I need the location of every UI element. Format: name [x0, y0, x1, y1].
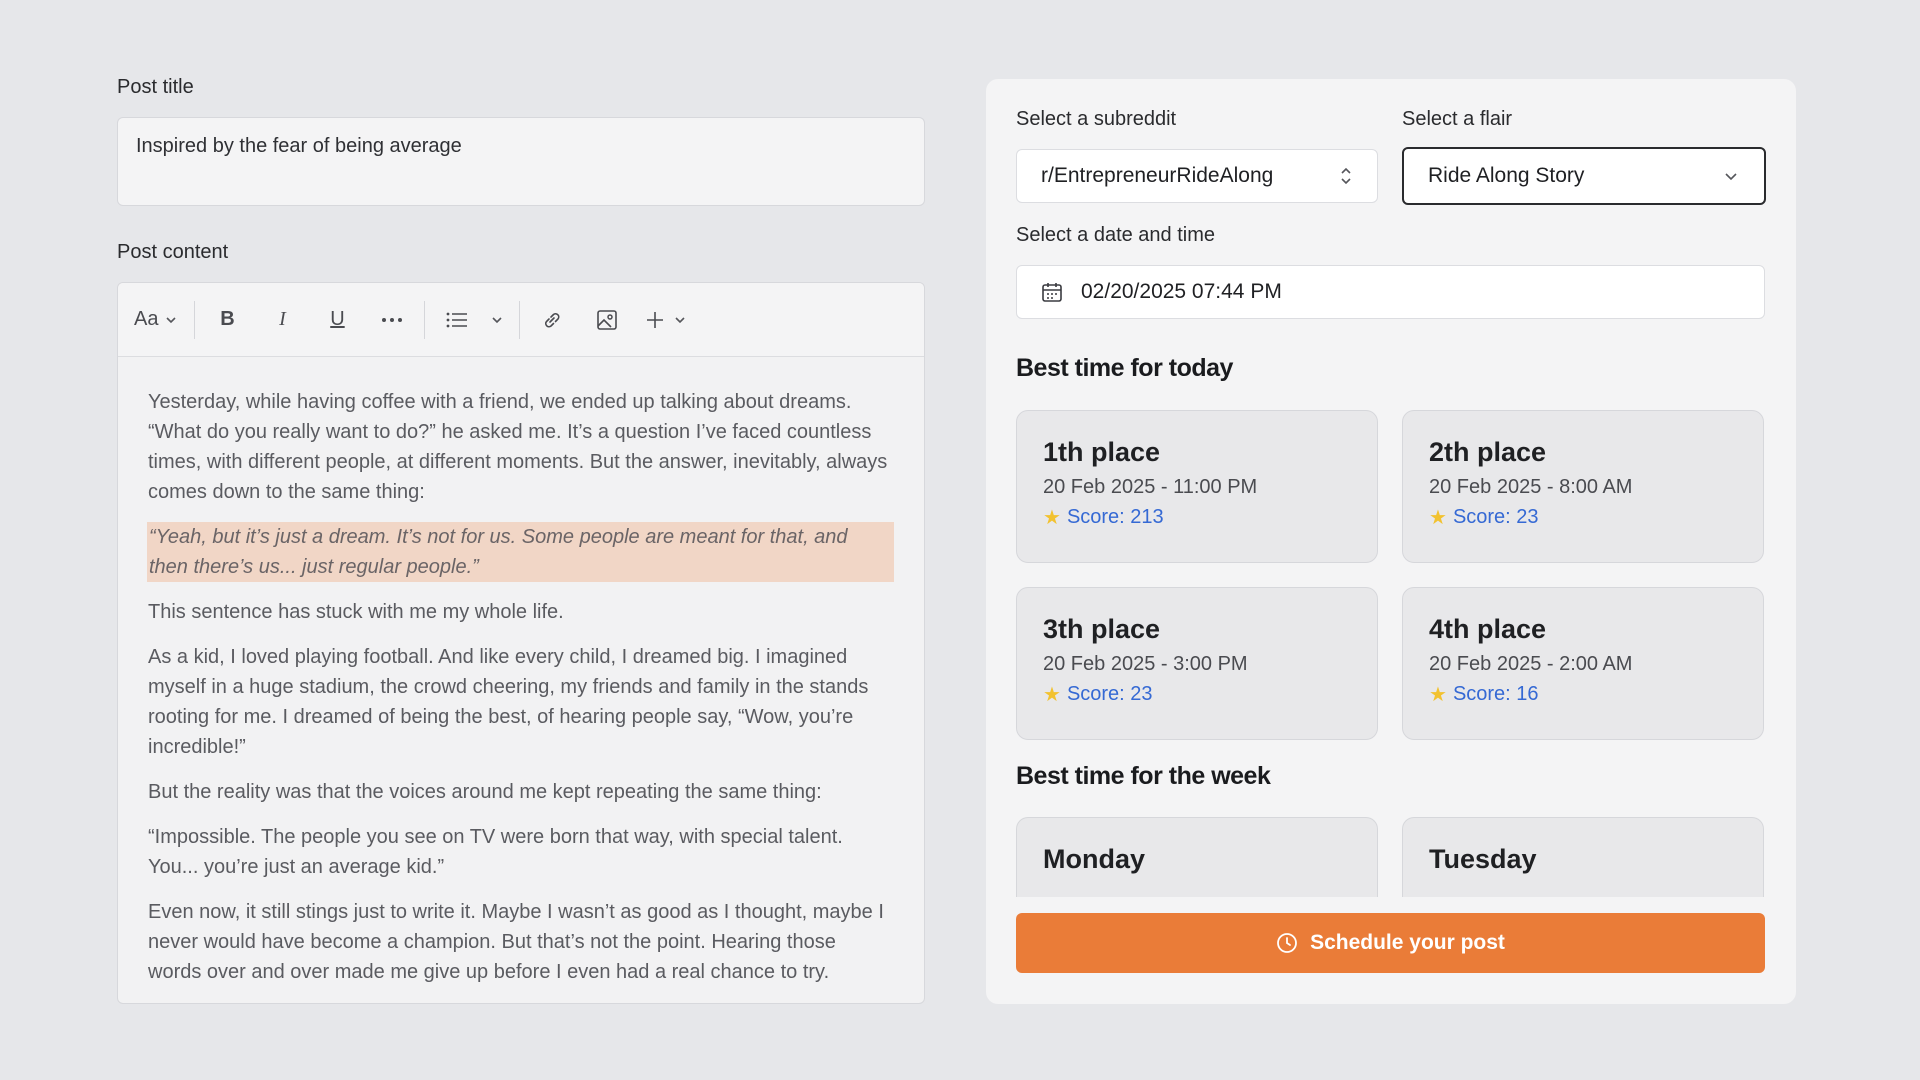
post-content-label: Post content — [117, 241, 229, 263]
subreddit-value: r/EntrepreneurRideAlong — [1041, 164, 1274, 187]
content-paragraph: But the reality was that the voices arou… — [148, 781, 822, 803]
post-title-label: Post title — [117, 76, 194, 98]
toolbar-divider — [424, 300, 426, 339]
list-icon — [447, 312, 468, 327]
list-type-dropdown[interactable] — [487, 300, 507, 340]
datetime-input[interactable]: 02/20/2025 07:44 PM — [1016, 265, 1765, 319]
best-today-title: Best time for today — [1016, 354, 1233, 382]
list-button[interactable] — [437, 300, 477, 340]
content-paragraph: This sentence has stuck with me my whole… — [148, 601, 564, 623]
more-options-button[interactable] — [372, 300, 412, 340]
editor-content[interactable]: Yesterday, while having coffee with a fr… — [118, 357, 924, 987]
content-paragraph: Yesterday, while having coffee with a fr… — [148, 391, 888, 503]
link-icon — [545, 312, 560, 327]
day-name: Tuesday — [1429, 844, 1537, 874]
italic-button[interactable]: I — [262, 300, 302, 340]
datetime-label: Select a date and time — [1016, 224, 1216, 246]
score-value: Score: 213 — [1066, 506, 1164, 528]
time-slot-card[interactable]: 4th place 20 Feb 2025 - 2:00 AM ★ Score: … — [1402, 587, 1764, 740]
bold-button[interactable]: B — [207, 300, 247, 340]
best-week-title: Best time for the week — [1016, 762, 1271, 790]
toolbar-divider — [519, 300, 521, 339]
schedule-button-label: Schedule your post — [1310, 931, 1505, 954]
slot-place: 1th place — [1043, 437, 1161, 467]
slot-place: 2th place — [1429, 437, 1547, 467]
link-button[interactable] — [532, 300, 572, 340]
clock-icon — [1277, 933, 1297, 953]
schedule-panel: Select a subreddit r/EntrepreneurRideAlo… — [986, 79, 1796, 1004]
insert-button[interactable] — [642, 300, 668, 340]
insert-dropdown[interactable] — [673, 300, 687, 340]
content-paragraph: Even now, it still stings just to write … — [148, 901, 884, 983]
subreddit-label: Select a subreddit — [1016, 108, 1177, 130]
content-paragraph: “Impossible. The people you see on TV we… — [148, 826, 843, 878]
chevron-down-icon — [492, 316, 503, 323]
slot-place: 3th place — [1043, 614, 1161, 644]
image-button[interactable] — [587, 300, 627, 340]
slot-date: 20 Feb 2025 - 11:00 PM — [1043, 476, 1258, 498]
highlighted-quote: “Yeah, but it’s just a dream. It’s not f… — [147, 522, 894, 582]
flair-label: Select a flair — [1402, 108, 1513, 130]
flair-value: Ride Along Story — [1428, 164, 1585, 187]
toolbar-divider — [194, 300, 196, 339]
slot-score: ★ Score: 213 — [1043, 505, 1351, 530]
chevron-down-icon — [1725, 173, 1737, 181]
underline-button[interactable]: U — [317, 300, 357, 340]
subreddit-select[interactable]: r/EntrepreneurRideAlong — [1016, 149, 1378, 203]
chevron-down-icon — [166, 316, 177, 323]
post-title-value: Inspired by the fear of being average — [136, 135, 462, 157]
star-icon: ★ — [1043, 684, 1061, 706]
more-horizontal-icon — [382, 317, 403, 322]
chevron-up-down-icon — [1341, 167, 1351, 185]
plus-icon — [647, 311, 664, 328]
editor-toolbar: Aa B I U — [118, 283, 924, 357]
score-value: Score: 16 — [1452, 683, 1539, 705]
calendar-icon — [1042, 283, 1062, 302]
star-icon: ★ — [1043, 507, 1061, 529]
schedule-post-button[interactable]: Schedule your post — [1016, 913, 1765, 973]
week-day-card[interactable]: Tuesday — [1402, 817, 1764, 897]
font-style-button[interactable]: Aa — [134, 300, 178, 340]
time-slot-card[interactable]: 3th place 20 Feb 2025 - 3:00 PM ★ Score: … — [1016, 587, 1378, 740]
slot-date: 20 Feb 2025 - 2:00 AM — [1429, 653, 1633, 675]
week-day-card[interactable]: Monday — [1016, 817, 1378, 897]
star-icon: ★ — [1429, 684, 1447, 706]
score-value: Score: 23 — [1452, 506, 1539, 528]
star-icon: ★ — [1429, 507, 1447, 529]
slot-place: 4th place — [1429, 614, 1547, 644]
slot-score: ★ Score: 23 — [1429, 505, 1737, 530]
slot-date: 20 Feb 2025 - 3:00 PM — [1043, 653, 1248, 675]
time-slot-card[interactable]: 1th place 20 Feb 2025 - 11:00 PM ★ Score:… — [1016, 410, 1378, 563]
day-name: Monday — [1043, 844, 1146, 874]
rich-text-editor[interactable]: Aa B I U Yesterday, while having coffee … — [117, 282, 925, 1004]
chevron-down-icon — [675, 316, 686, 323]
time-slot-card[interactable]: 2th place 20 Feb 2025 - 8:00 AM ★ Score: … — [1402, 410, 1764, 563]
slot-score: ★ Score: 23 — [1043, 682, 1351, 707]
image-icon — [597, 309, 618, 330]
font-style-label: Aa — [134, 308, 159, 330]
flair-select[interactable]: Ride Along Story — [1402, 147, 1766, 205]
score-value: Score: 23 — [1066, 683, 1153, 705]
slot-date: 20 Feb 2025 - 8:00 AM — [1429, 476, 1633, 498]
slot-score: ★ Score: 16 — [1429, 682, 1737, 707]
post-title-input[interactable]: Inspired by the fear of being average — [117, 117, 925, 206]
datetime-value: 02/20/2025 07:44 PM — [1081, 280, 1282, 303]
content-paragraph: As a kid, I loved playing football. And … — [148, 646, 869, 758]
